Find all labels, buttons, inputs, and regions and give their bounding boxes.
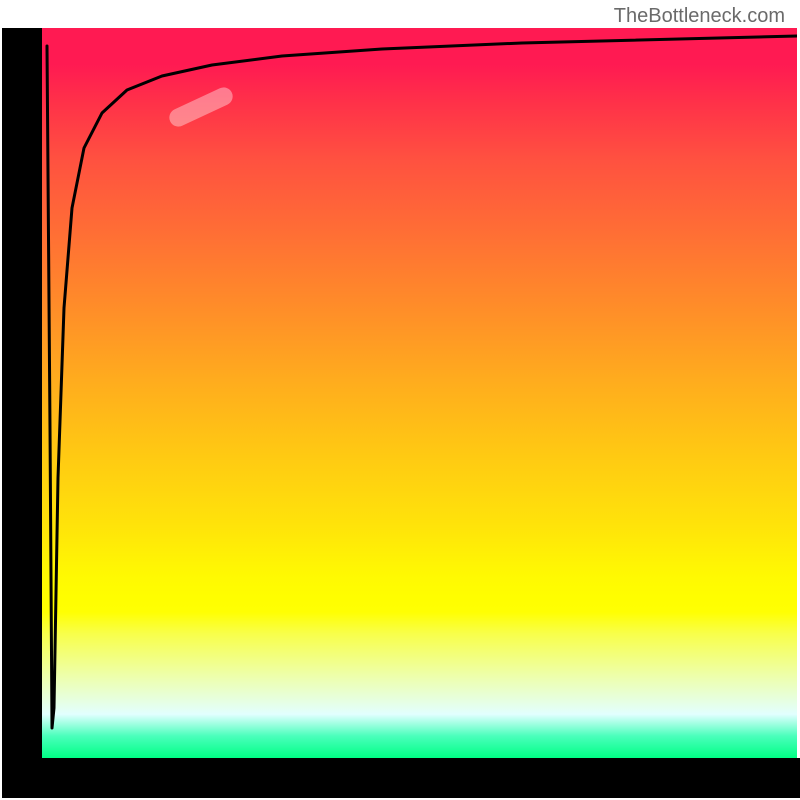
credit-label: TheBottleneck.com [614, 5, 785, 28]
chart-container [2, 28, 798, 798]
x-axis [2, 758, 800, 798]
y-axis [2, 28, 42, 798]
bottleneck-curve-line [47, 36, 797, 728]
curve-svg [42, 28, 797, 758]
